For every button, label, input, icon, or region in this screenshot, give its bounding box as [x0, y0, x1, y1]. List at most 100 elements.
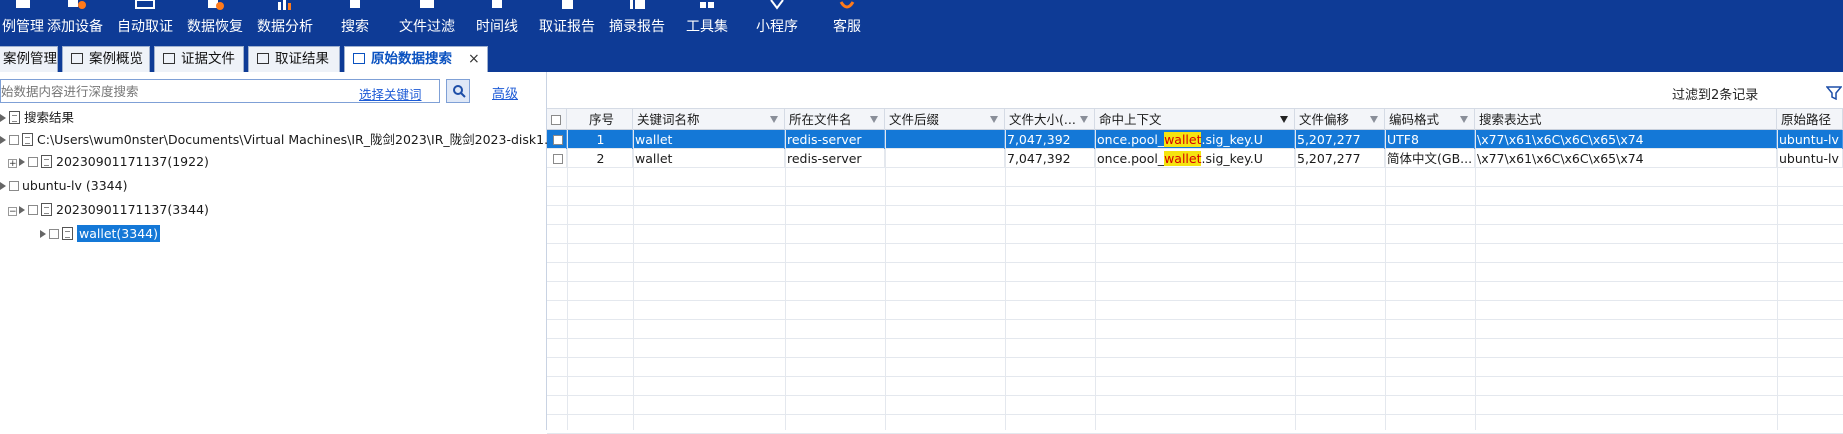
tree-checkbox[interactable]	[9, 135, 19, 145]
auto-forensics-icon	[135, 0, 155, 9]
tree-checkbox[interactable]	[28, 205, 38, 215]
row-checkbox[interactable]	[553, 135, 563, 145]
tree-checkbox[interactable]	[28, 157, 38, 167]
column-filter-icon[interactable]	[1080, 116, 1088, 123]
hit-highlight: wallet	[1164, 132, 1202, 147]
tree-node-wallet[interactable]: wallet(3344)	[40, 224, 160, 244]
timeline-icon	[492, 0, 502, 8]
col-header-search-expression[interactable]: 搜索表达式	[1475, 109, 1777, 130]
tree-checkbox[interactable]	[9, 181, 19, 191]
cell-filename: redis-server	[785, 130, 885, 149]
select-all-cell[interactable]	[547, 109, 567, 130]
tree-expander-icon[interactable]	[0, 182, 6, 190]
empty-grid-row	[547, 301, 1843, 320]
tree-expander-icon[interactable]	[0, 114, 6, 122]
results-panel: 过滤到2条记录 序号 关键词名称 所在文件名 文件后缀 文件大小(... 命中上…	[547, 72, 1843, 434]
filter-funnel-icon[interactable]	[1826, 86, 1842, 100]
tree-node-partition-3344[interactable]: −20230901171137(3344)	[8, 200, 209, 220]
cell-filesize: 7,047,392	[1005, 149, 1095, 168]
tree-expander-icon[interactable]	[0, 136, 6, 144]
tree-node-search-results[interactable]: 搜索结果	[0, 108, 74, 128]
tree-expander-icon[interactable]	[19, 158, 25, 166]
toolbar-data-analysis-button[interactable]: 数据分析	[250, 0, 320, 38]
tree-expand-icon[interactable]: +	[8, 159, 17, 169]
tab-raw-data-search[interactable]: 原始数据搜索 ×	[344, 46, 488, 72]
tree-checkbox[interactable]	[49, 229, 59, 239]
empty-grid-row	[547, 415, 1843, 434]
grid-column-line	[885, 130, 886, 430]
column-filter-active-icon[interactable]	[1280, 116, 1288, 123]
select-keywords-link[interactable]: 选择关键词	[359, 84, 422, 103]
excerpt-report-icon	[630, 0, 645, 9]
cell-encoding: 简体中文(GB...	[1385, 149, 1475, 168]
tree-node-partition-1922[interactable]: +20230901171137(1922)	[8, 152, 209, 172]
table-row[interactable]: 2 wallet redis-server 7,047,392 once.poo…	[547, 149, 1843, 168]
add-device-icon	[68, 0, 86, 9]
column-filter-icon[interactable]	[990, 116, 998, 123]
toolbar-search-button[interactable]: 搜索	[320, 0, 390, 38]
advanced-search-link[interactable]: 高级	[492, 83, 518, 102]
column-filter-icon[interactable]	[1370, 116, 1378, 123]
column-filter-icon[interactable]	[870, 116, 878, 123]
table-row[interactable]: 1 wallet redis-server 7,047,392 once.poo…	[547, 130, 1843, 149]
tab-evidence-files[interactable]: 证据文件	[154, 46, 244, 72]
cell-search-expression: \x77\x61\x6C\x6C\x65\x74	[1475, 149, 1777, 168]
tree-node-disk-image[interactable]: C:\Users\wum0nster\Documents\Virtual Mac…	[0, 130, 576, 150]
toolbar-miniprogram-button[interactable]: 小程序	[742, 0, 812, 38]
col-header-offset[interactable]: 文件偏移	[1295, 109, 1385, 130]
tree-collapse-icon[interactable]: −	[8, 207, 17, 217]
toolbar-timeline-button[interactable]: 时间线	[462, 0, 532, 38]
col-header-keyword[interactable]: 关键词名称	[633, 109, 785, 130]
deep-search-box: 选择关键词	[0, 79, 440, 103]
col-header-encoding[interactable]: 编码格式	[1385, 109, 1475, 130]
toolbar-excerpt-report-button[interactable]: 摘录报告	[602, 0, 672, 38]
col-header-hit-context[interactable]: 命中上下文	[1095, 109, 1295, 130]
grid-column-line	[1475, 130, 1476, 430]
toolbar-toolset-button[interactable]: 工具集	[672, 0, 742, 38]
search-button[interactable]	[446, 79, 470, 103]
cell-extension	[885, 130, 1005, 149]
tree-expander-icon[interactable]	[19, 206, 25, 214]
grid-column-line	[1777, 130, 1778, 430]
column-filter-icon[interactable]	[1460, 116, 1468, 123]
col-header-filename[interactable]: 所在文件名	[785, 109, 885, 130]
tree-expander-icon[interactable]	[40, 230, 46, 238]
empty-grid-row	[547, 206, 1843, 225]
empty-grid-row	[547, 339, 1843, 358]
row-checkbox-cell[interactable]	[547, 149, 567, 168]
empty-grid-row	[547, 396, 1843, 415]
empty-grid-row	[547, 358, 1843, 377]
toolbar-file-filter-button[interactable]: 文件过滤	[390, 0, 464, 38]
toolbar-auto-forensics-button[interactable]: 自动取证	[110, 0, 180, 38]
empty-grid-row	[547, 244, 1843, 263]
col-header-filesize[interactable]: 文件大小(...	[1005, 109, 1095, 130]
cell-offset: 5,207,277	[1295, 149, 1385, 168]
tab-case-management[interactable]: 案例管理	[0, 46, 58, 72]
column-filter-icon[interactable]	[770, 116, 778, 123]
results-icon	[257, 53, 269, 64]
deep-search-input[interactable]	[1, 80, 341, 102]
col-header-index[interactable]: 序号	[567, 109, 633, 130]
select-all-checkbox[interactable]	[551, 115, 561, 125]
tab-forensics-results[interactable]: 取证结果	[248, 46, 340, 72]
results-folder-icon	[9, 111, 20, 124]
search-tree-panel: 选择关键词 高级 搜索结果 C:\Users\wum0nster\Documen…	[0, 72, 576, 430]
row-checkbox-cell[interactable]	[547, 130, 567, 149]
tab-close-icon[interactable]: ×	[468, 51, 480, 67]
empty-grid-row	[547, 263, 1843, 282]
toolbar-data-recovery-button[interactable]: 数据恢复	[180, 0, 250, 38]
results-grid: 序号 关键词名称 所在文件名 文件后缀 文件大小(... 命中上下文 文件偏移 …	[547, 108, 1843, 434]
col-header-extension[interactable]: 文件后缀	[885, 109, 1005, 130]
grid-column-line	[1095, 130, 1096, 430]
cell-keyword: wallet	[633, 149, 785, 168]
toolbar-customer-service-button[interactable]: 客服	[812, 0, 882, 38]
toolbar-add-device-button[interactable]: 添加设备	[40, 0, 110, 38]
col-header-original-path[interactable]: 原始路径	[1777, 109, 1843, 130]
tab-case-overview[interactable]: 案例概览	[62, 46, 150, 72]
cell-extension	[885, 149, 1005, 168]
data-analysis-icon	[278, 0, 291, 10]
cell-original-path: ubuntu-lv \分	[1777, 149, 1843, 168]
toolbar-forensics-report-button[interactable]: 取证报告	[532, 0, 602, 38]
tree-node-ubuntu-lv[interactable]: ubuntu-lv (3344)	[0, 176, 127, 196]
row-checkbox[interactable]	[553, 154, 563, 164]
